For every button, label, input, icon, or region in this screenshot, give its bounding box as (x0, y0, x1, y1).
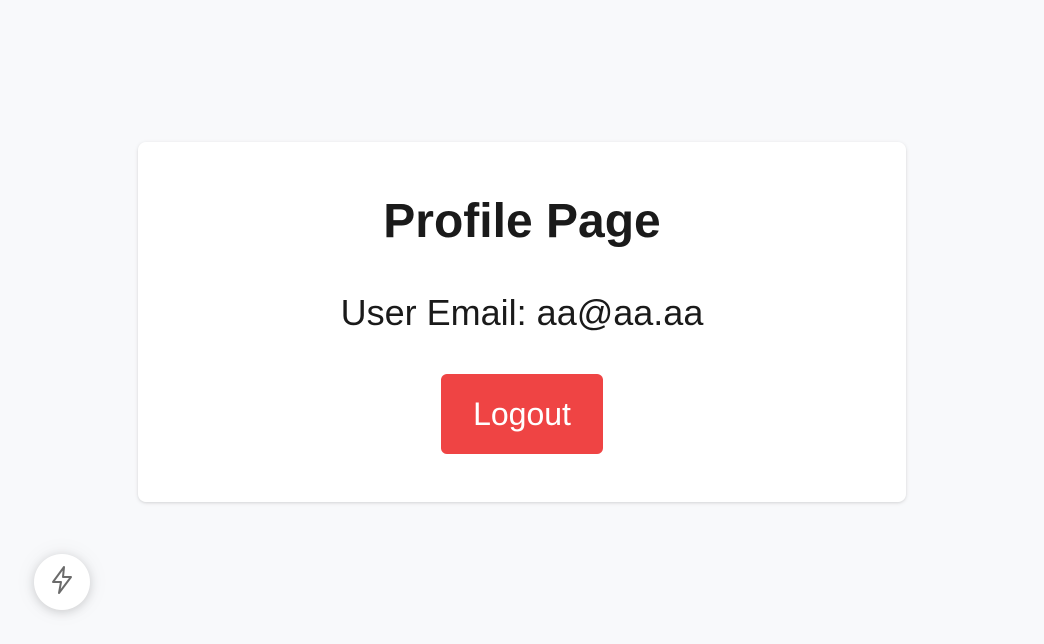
page-title: Profile Page (383, 195, 661, 248)
user-email-line: User Email: aa@aa.aa (138, 292, 906, 334)
user-email-value: aa@aa.aa (536, 292, 704, 333)
lightning-bolt-icon (49, 565, 75, 600)
profile-card: Profile Page User Email: aa@aa.aa Logout (138, 142, 906, 502)
user-email-label: User Email: (340, 292, 527, 333)
dev-tools-button[interactable] (34, 554, 90, 610)
logout-button[interactable]: Logout (441, 374, 603, 454)
